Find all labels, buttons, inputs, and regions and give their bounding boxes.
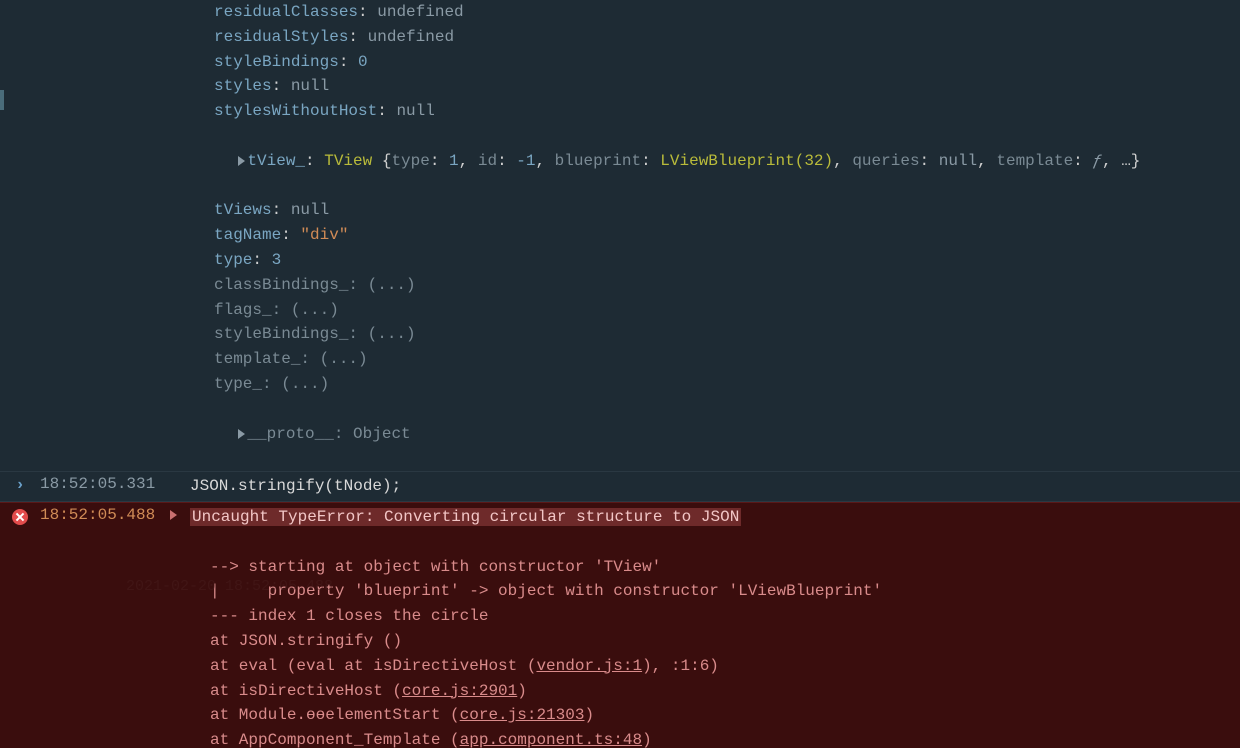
prop-value: 0 — [358, 53, 368, 71]
stack-frame: at AppComponent_Template (app.component.… — [190, 728, 1240, 748]
object-prop[interactable]: residualStyles: undefined — [0, 25, 1240, 50]
stack-frame: at Module.ɵɵelementStart (core.js:21303) — [190, 703, 1240, 728]
prop-value: null — [396, 102, 434, 120]
stack-frame: at eval (eval at isDirectiveHost (vendor… — [190, 654, 1240, 679]
error-detail: | property 'blueprint' -> object with co… — [190, 579, 1240, 604]
error-detail: --- index 1 closes the circle — [190, 604, 1240, 629]
prop-value: (...) — [368, 276, 416, 294]
prop-name: stylesWithoutHost — [214, 102, 377, 120]
object-prop[interactable]: stylesWithoutHost: null — [0, 99, 1240, 124]
prop-value: undefined — [368, 28, 454, 46]
prop-name: residualClasses — [214, 3, 358, 21]
object-prop[interactable]: tViews: null — [0, 198, 1240, 223]
devtools-console: residualClasses: undefinedresidualStyles… — [0, 0, 1240, 748]
object-inspector-section-2: tViews: nulltagName: "div"type: 3 — [0, 198, 1240, 272]
prop-name: type_ — [214, 375, 262, 393]
prop-value: null — [291, 201, 329, 219]
error-title[interactable]: Uncaught TypeError: Converting circular … — [190, 508, 741, 526]
prop-name: tViews — [214, 201, 272, 219]
object-prop[interactable]: styles: null — [0, 74, 1240, 99]
error-stack: at JSON.stringify ()at eval (eval at isD… — [190, 629, 1240, 748]
tview-entries: type: 1, id: -1, blueprint: LViewBluepri… — [391, 152, 1102, 170]
class-name: TView — [324, 152, 372, 170]
prop-name: styleBindings — [214, 53, 339, 71]
prop-name: template_ — [214, 350, 300, 368]
object-inspector-internal: classBindings_: (...)flags_: (...)styleB… — [0, 273, 1240, 397]
prop-name: classBindings_ — [214, 276, 348, 294]
object-prop-proto[interactable]: __proto__: Object — [0, 397, 1240, 471]
timestamp: 18:52:05.488 — [40, 505, 170, 524]
prop-value: null — [291, 77, 329, 95]
object-prop-internal[interactable]: styleBindings_: (...) — [0, 322, 1240, 347]
expand-icon[interactable] — [238, 156, 245, 166]
object-prop-internal[interactable]: flags_: (...) — [0, 298, 1240, 323]
object-prop[interactable]: styleBindings: 0 — [0, 50, 1240, 75]
stack-link[interactable]: core.js:21303 — [460, 706, 585, 724]
prop-value: (...) — [368, 325, 416, 343]
prompt-icon: › — [15, 476, 25, 494]
prop-name: flags_ — [214, 301, 272, 319]
prop-name: styleBindings_ — [214, 325, 348, 343]
object-prop-internal[interactable]: classBindings_: (...) — [0, 273, 1240, 298]
console-error-row: 18:52:05.488 Uncaught TypeError: Convert… — [0, 502, 1240, 748]
prop-value: Object — [353, 425, 411, 443]
prop-value: 3 — [272, 251, 282, 269]
prop-value: "div" — [300, 226, 348, 244]
console-input-row: › 18:52:05.331 JSON.stringify(tNode); — [0, 471, 1240, 502]
prop-name: styles — [214, 77, 272, 95]
object-inspector-section: residualClasses: undefinedresidualStyles… — [0, 0, 1240, 124]
stack-frame: at JSON.stringify () — [190, 629, 1240, 654]
object-prop[interactable]: residualClasses: undefined — [0, 0, 1240, 25]
prop-name: residualStyles — [214, 28, 348, 46]
gutter-mark — [0, 90, 4, 110]
object-prop[interactable]: type: 3 — [0, 248, 1240, 273]
prop-name: tView_ — [247, 152, 305, 170]
prop-value: undefined — [377, 3, 463, 21]
timestamp: 18:52:05.331 — [40, 474, 170, 493]
stack-link[interactable]: app.component.ts:48 — [460, 731, 642, 748]
object-prop-tview[interactable]: tView_: TView {type: 1, id: -1, blueprin… — [0, 124, 1240, 198]
prop-value: (...) — [291, 301, 339, 319]
prop-value: (...) — [320, 350, 368, 368]
error-content: Uncaught TypeError: Converting circular … — [190, 505, 1240, 748]
console-input-code[interactable]: JSON.stringify(tNode); — [190, 474, 1240, 499]
prop-name: tagName — [214, 226, 281, 244]
object-prop-internal[interactable]: template_: (...) — [0, 347, 1240, 372]
object-prop-internal[interactable]: type_: (...) — [0, 372, 1240, 397]
object-prop[interactable]: tagName: "div" — [0, 223, 1240, 248]
stack-link[interactable]: core.js:2901 — [402, 682, 517, 700]
prop-value: (...) — [281, 375, 329, 393]
prop-name: __proto__ — [247, 425, 333, 443]
error-icon — [12, 509, 28, 525]
stack-frame: at isDirectiveHost (core.js:2901) — [190, 679, 1240, 704]
expand-icon[interactable] — [170, 510, 177, 520]
expand-icon[interactable] — [238, 429, 245, 439]
stack-link[interactable]: vendor.js:1 — [536, 657, 642, 675]
error-detail: --> starting at object with constructor … — [190, 555, 1240, 580]
prop-name: type — [214, 251, 252, 269]
